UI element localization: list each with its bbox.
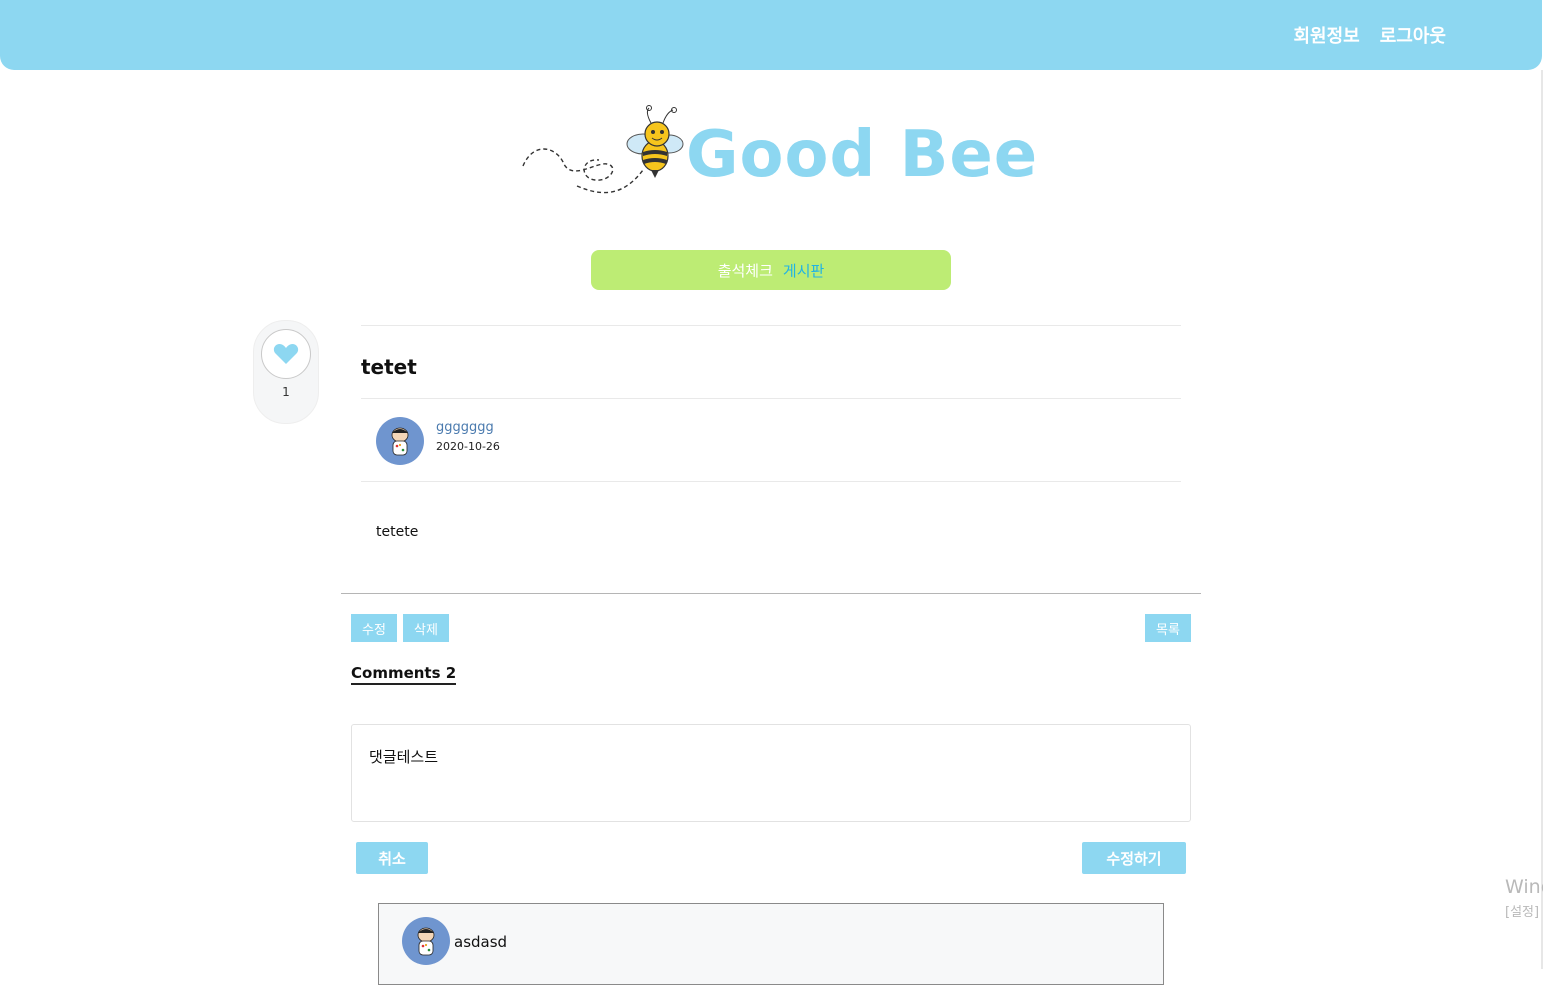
divider <box>361 398 1181 399</box>
comment-author[interactable]: asdasd <box>454 933 507 951</box>
like-panel: 1 <box>253 320 319 424</box>
comments-heading: Comments 2 <box>351 664 457 685</box>
logo-title[interactable]: Good Bee <box>686 118 1038 192</box>
like-button[interactable] <box>261 329 311 379</box>
divider <box>361 325 1181 326</box>
header-nav: 회원정보 로그아웃 <box>1294 22 1447 48</box>
logout-link[interactable]: 로그아웃 <box>1380 22 1446 48</box>
post-title: tetet <box>361 355 417 379</box>
delete-post-button[interactable]: 삭제 <box>403 614 449 642</box>
windows-watermark-sub: [설정] <box>1505 905 1540 920</box>
post-body: tetete <box>376 524 419 540</box>
content-separator <box>341 593 1201 594</box>
main-menu: 출석체크 게시판 <box>591 250 951 290</box>
top-header: 회원정보 로그아웃 <box>0 0 1542 70</box>
comment-item: asdasd <box>378 903 1164 985</box>
divider <box>361 481 1181 482</box>
edit-post-button[interactable]: 수정 <box>351 614 397 642</box>
menu-item-attendance[interactable]: 출석체크 <box>718 260 773 281</box>
comment-edit-textarea[interactable]: 댓글테스트 <box>351 724 1191 822</box>
heart-icon <box>273 344 299 364</box>
like-count: 1 <box>282 385 290 399</box>
menu-item-board[interactable]: 게시판 <box>783 260 824 281</box>
post-author[interactable]: ggggggg <box>436 420 494 435</box>
avatar-character-icon <box>391 427 409 456</box>
cancel-button[interactable]: 취소 <box>356 842 428 874</box>
post-date: 2020-10-26 <box>436 440 500 453</box>
member-info-link[interactable]: 회원정보 <box>1294 22 1360 48</box>
windows-watermark: Wind <box>1505 876 1543 898</box>
author-avatar[interactable] <box>376 417 424 465</box>
avatar-character-icon <box>417 927 435 956</box>
comment-author-avatar[interactable] <box>402 917 450 965</box>
list-button[interactable]: 목록 <box>1145 614 1191 642</box>
submit-edit-button[interactable]: 수정하기 <box>1082 842 1186 874</box>
comment-edit-text: 댓글테스트 <box>369 748 439 766</box>
